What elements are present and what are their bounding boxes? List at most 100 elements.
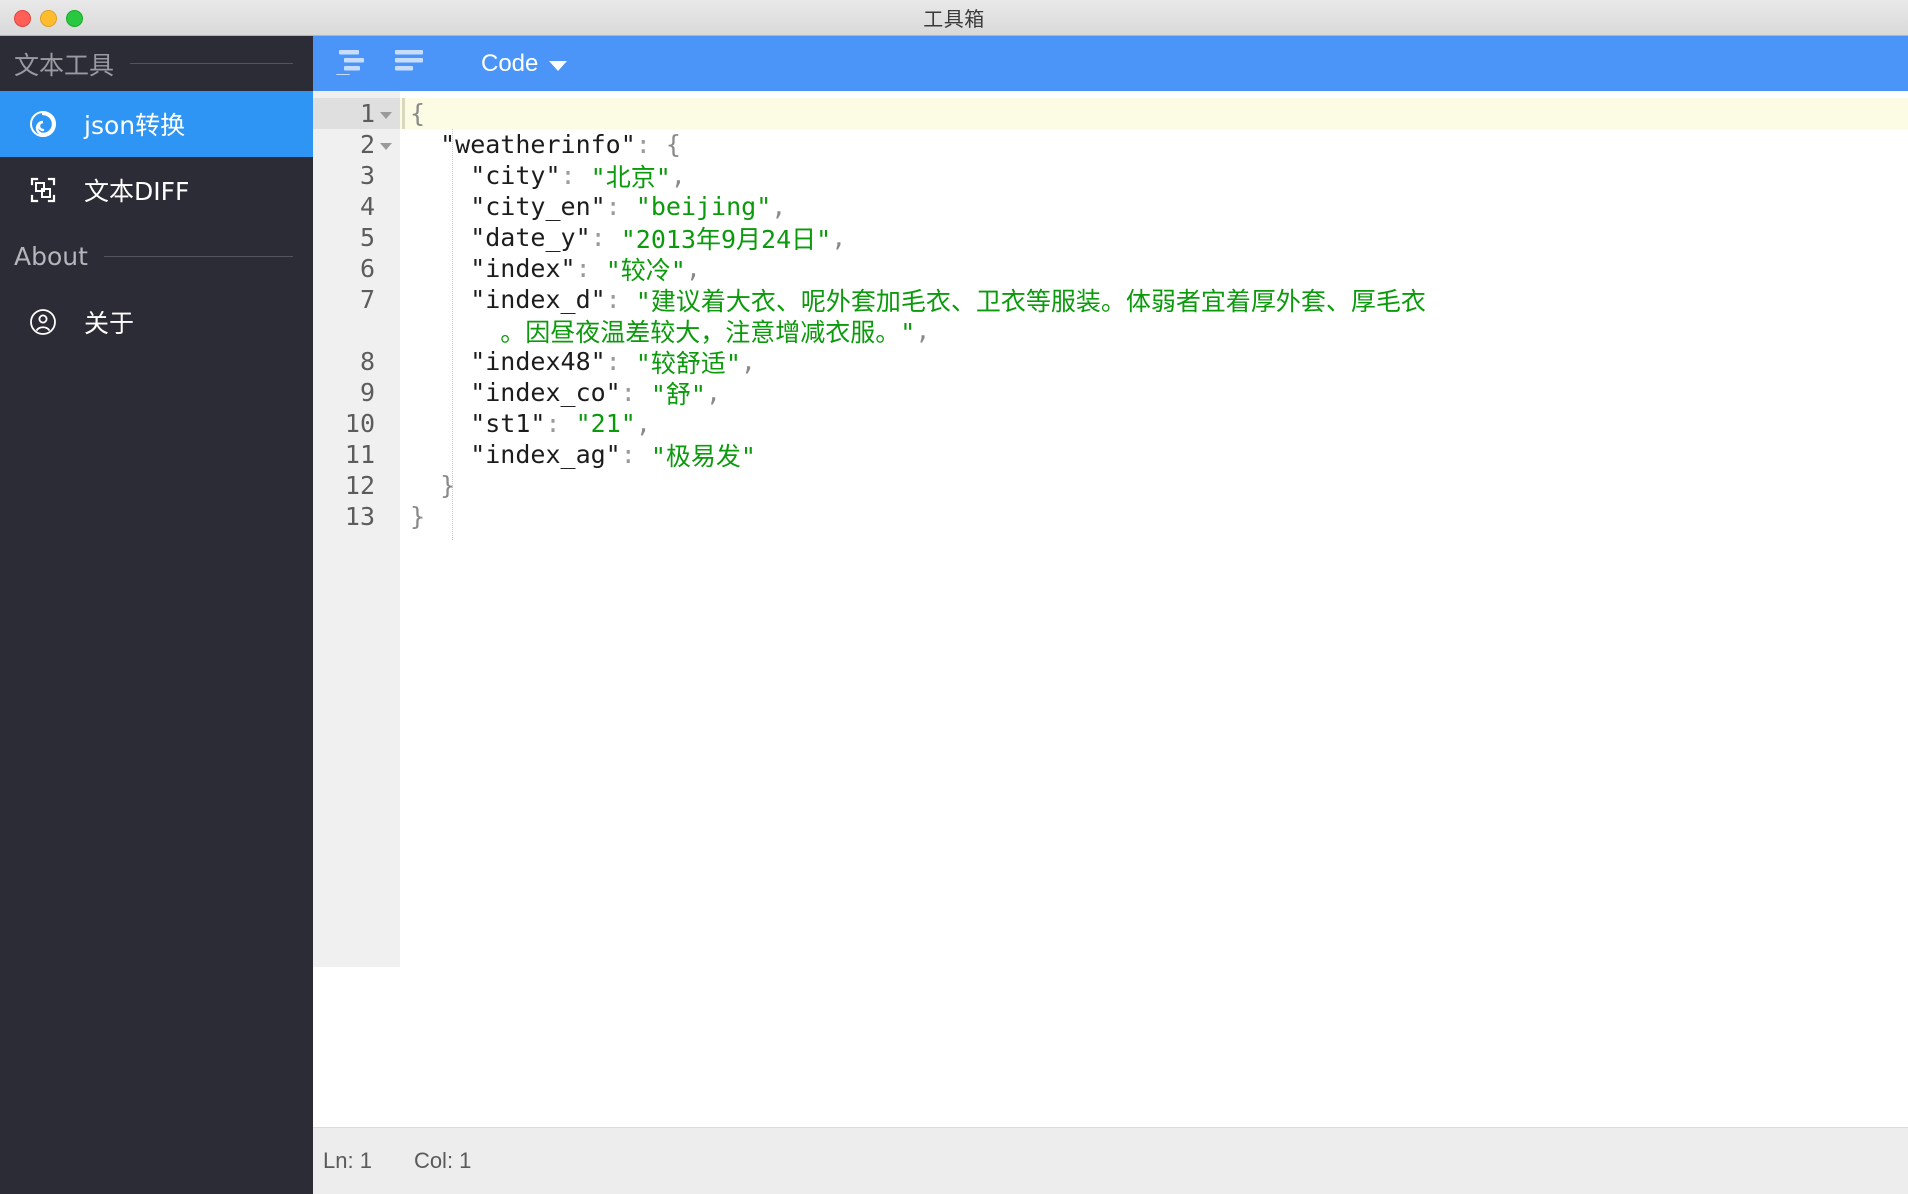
code-token: "index" (410, 254, 576, 283)
code-line[interactable]: { (400, 98, 1908, 129)
code-line[interactable]: "index_co": "舒", (400, 377, 1908, 409)
line-number: 4 (359, 192, 375, 221)
code-line[interactable]: } (400, 470, 1908, 501)
gutter-line-number: 10 (313, 408, 400, 439)
code-token: , (685, 254, 701, 283)
code-token: , (670, 161, 686, 190)
code-line[interactable]: "index_d": "建议着大衣、呢外套加毛衣、卫衣等服装。体弱者宜着厚外套、… (400, 284, 1908, 316)
code-token: : (545, 409, 561, 438)
code-token: : (575, 254, 591, 283)
code-content-area[interactable]: { "weatherinfo": { "city": "北京", "city_e… (400, 91, 1908, 967)
format-indent-button[interactable] (327, 43, 377, 85)
line-number: 3 (359, 161, 375, 190)
sidebar-header: 文本工具 (0, 36, 313, 91)
sidebar-item-about[interactable]: 关于 (0, 289, 313, 355)
gutter-line-number: 7 (313, 284, 400, 315)
code-token: , (635, 409, 651, 438)
code-token: "index_co" (410, 378, 621, 407)
gutter-line-number: 13 (313, 501, 400, 532)
gutter-line-number: 4 (313, 191, 400, 222)
traffic-light-group (14, 0, 83, 36)
code-line[interactable]: "index_ag": "极易发" (400, 439, 1908, 471)
line-number: 1 (359, 99, 375, 128)
code-token: , (831, 223, 847, 252)
code-line[interactable]: "index": "较冷", (400, 253, 1908, 285)
line-number: 11 (344, 440, 375, 469)
mode-select-code[interactable]: Code (481, 49, 568, 78)
line-number: 12 (344, 471, 375, 500)
sidebar-item-json-convert[interactable]: json转换 (0, 91, 313, 157)
gutter-line-number: 2 (313, 129, 400, 160)
gutter-line-number: 1 (313, 98, 400, 129)
sidebar-header-title: 文本工具 (14, 50, 115, 80)
code-token: "北京" (590, 162, 671, 192)
code-line[interactable]: "weatherinfo": { (400, 129, 1908, 160)
code-line[interactable]: } (400, 501, 1908, 532)
code-token: "21" (575, 409, 636, 438)
line-number: 10 (344, 409, 375, 438)
status-column-indicator: Col: 1 (413, 1148, 472, 1173)
diff-compare-icon (28, 175, 58, 205)
format-compact-button[interactable] (385, 43, 435, 85)
sidebar-section-about: About (0, 223, 313, 289)
maximize-button[interactable] (66, 9, 83, 27)
code-token: "beijing" (635, 192, 772, 221)
line-number: 5 (359, 223, 375, 252)
gutter-line-number (313, 315, 400, 346)
editor-toolbar: Code (313, 36, 1908, 91)
gutter-line-number: 12 (313, 470, 400, 501)
code-editor[interactable]: 1 2 3 4 5 6 7 8 9 10 11 12 13 { "weatherinfo": { "ci… (313, 91, 1908, 967)
code-token: "date_y" (410, 223, 591, 252)
line-number-gutter: 1 2 3 4 5 6 7 8 9 10 11 12 13 (313, 91, 400, 967)
code-token: "index_d" (410, 285, 606, 314)
sidebar-item-text-diff[interactable]: 文本DIFF (0, 157, 313, 223)
code-token: , (740, 347, 756, 376)
code-token: "index48" (410, 347, 606, 376)
line-number: 7 (359, 285, 375, 314)
minimize-button[interactable] (40, 9, 57, 27)
fold-toggle-icon[interactable] (380, 112, 392, 119)
gutter-line-number: 5 (313, 222, 400, 253)
format-indent-icon (335, 47, 369, 80)
window-titlebar: 工具箱 (0, 0, 1908, 36)
code-token: "index_ag" (410, 440, 621, 469)
code-token: , (915, 316, 931, 345)
code-token: } (410, 502, 426, 531)
sidebar-section-title: About (14, 241, 88, 271)
fold-toggle-icon[interactable] (380, 143, 392, 150)
code-line[interactable]: "city": "北京", (400, 160, 1908, 192)
code-line-wrapped[interactable]: 。因昼夜温差较大，注意增减衣服。", (400, 315, 1908, 347)
close-button[interactable] (14, 9, 31, 27)
mode-select-label: Code (481, 49, 539, 77)
code-token: { (650, 130, 681, 159)
sidebar-item-label: json转换 (84, 111, 186, 140)
code-line[interactable]: "index48": "较舒适", (400, 346, 1908, 378)
code-token: "city_en" (410, 192, 606, 221)
code-line[interactable]: "st1": "21", (400, 408, 1908, 439)
format-compact-icon (393, 47, 427, 80)
code-line[interactable]: "city_en": "beijing", (400, 191, 1908, 222)
code-token: : (620, 440, 636, 469)
gutter-line-number: 8 (313, 346, 400, 377)
code-line[interactable]: "date_y": "2013年9月24日", (400, 222, 1908, 254)
sidebar-header-divider (130, 63, 293, 64)
code-token: : (605, 192, 621, 221)
window-title: 工具箱 (923, 7, 985, 31)
code-token: "weatherinfo" (410, 130, 636, 159)
code-token: : (560, 161, 576, 190)
person-circle-icon (28, 307, 58, 337)
